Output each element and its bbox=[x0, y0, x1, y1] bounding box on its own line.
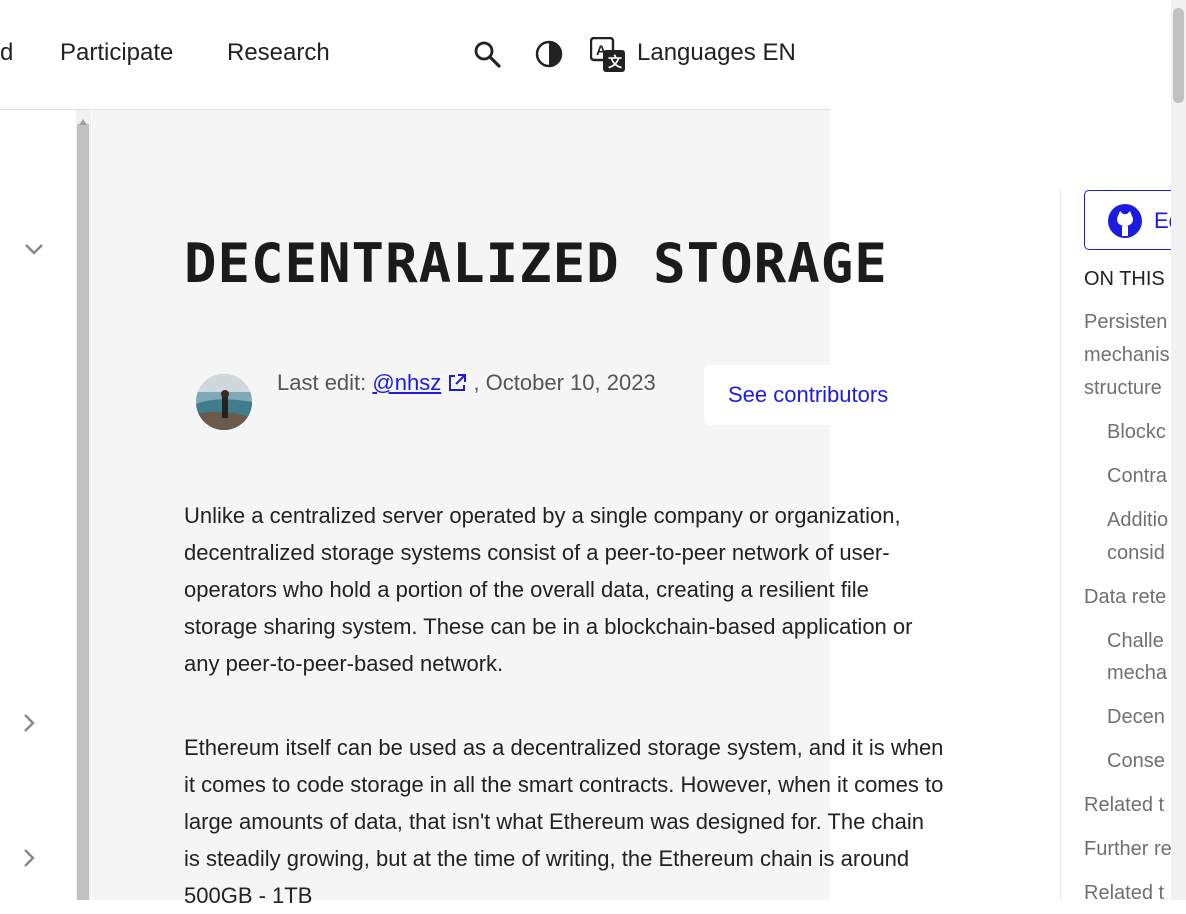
avatar bbox=[196, 374, 252, 430]
search-icon[interactable] bbox=[473, 40, 501, 73]
toc-item[interactable]: structure bbox=[1084, 372, 1162, 405]
see-contributors-button[interactable]: See contributors bbox=[704, 365, 930, 425]
toc-item[interactable]: mechanis bbox=[1084, 339, 1170, 372]
dark-mode-toggle-icon[interactable] bbox=[535, 39, 563, 74]
paragraph-intro: Unlike a centralized server operated by … bbox=[184, 503, 913, 676]
chevron-right-icon[interactable] bbox=[22, 848, 36, 873]
sidebar-scrollbar-thumb[interactable] bbox=[77, 124, 89, 900]
external-link-icon[interactable] bbox=[447, 370, 473, 395]
toc-item[interactable]: Related t bbox=[1084, 877, 1164, 910]
nav-item-partial[interactable]: d bbox=[0, 38, 13, 68]
chevron-right-icon[interactable] bbox=[22, 713, 36, 738]
toc-subitem[interactable]: consid bbox=[1107, 537, 1165, 570]
toc-subitem[interactable]: Additio bbox=[1107, 504, 1168, 537]
author-link[interactable]: @nhsz bbox=[372, 370, 441, 395]
languages-button[interactable]: Languages EN bbox=[637, 38, 796, 68]
toc-subitem[interactable]: Conse bbox=[1107, 745, 1165, 778]
toc-item[interactable]: Data rete bbox=[1084, 581, 1166, 614]
page-scrollbar-thumb[interactable] bbox=[1173, 8, 1184, 103]
toc-subitem[interactable]: Contra bbox=[1107, 460, 1167, 493]
toc-item[interactable]: Persisten bbox=[1084, 306, 1167, 339]
top-navigation: d Participate Research A 文 Languages EN bbox=[0, 0, 1171, 109]
left-sidebar bbox=[0, 110, 76, 900]
toc-subitem[interactable]: Challe bbox=[1107, 625, 1164, 658]
page-scrollbar[interactable] bbox=[1171, 0, 1186, 900]
toc-subitem[interactable]: mecha bbox=[1107, 657, 1167, 690]
github-icon bbox=[1108, 204, 1142, 244]
last-edit-date: , October 10, 2023 bbox=[473, 370, 656, 395]
page-title: DECENTRALIZED STORAGE bbox=[184, 232, 888, 295]
toc-item[interactable]: Further re bbox=[1084, 833, 1172, 866]
toc-subitem[interactable]: Decen bbox=[1107, 701, 1165, 734]
paragraph-ethereum: Ethereum itself can be used as a decentr… bbox=[184, 735, 944, 908]
toc-divider bbox=[1060, 190, 1061, 900]
last-edit-label: Last edit: bbox=[277, 370, 373, 395]
toc-heading: ON THIS bbox=[1084, 268, 1165, 290]
toc-item[interactable]: Related t bbox=[1084, 789, 1164, 822]
nav-item-participate[interactable]: Participate bbox=[60, 38, 173, 68]
translate-icon[interactable]: A 文 bbox=[589, 36, 626, 78]
toc-subitem[interactable]: Blockc bbox=[1107, 416, 1166, 449]
svg-text:文: 文 bbox=[608, 54, 623, 70]
scroll-up-arrow-icon[interactable] bbox=[78, 113, 88, 131]
chevron-down-icon[interactable] bbox=[24, 242, 44, 261]
nav-item-research[interactable]: Research bbox=[227, 38, 330, 68]
last-edit-info: Last edit: @nhsz , October 10, 2023 bbox=[277, 364, 657, 401]
